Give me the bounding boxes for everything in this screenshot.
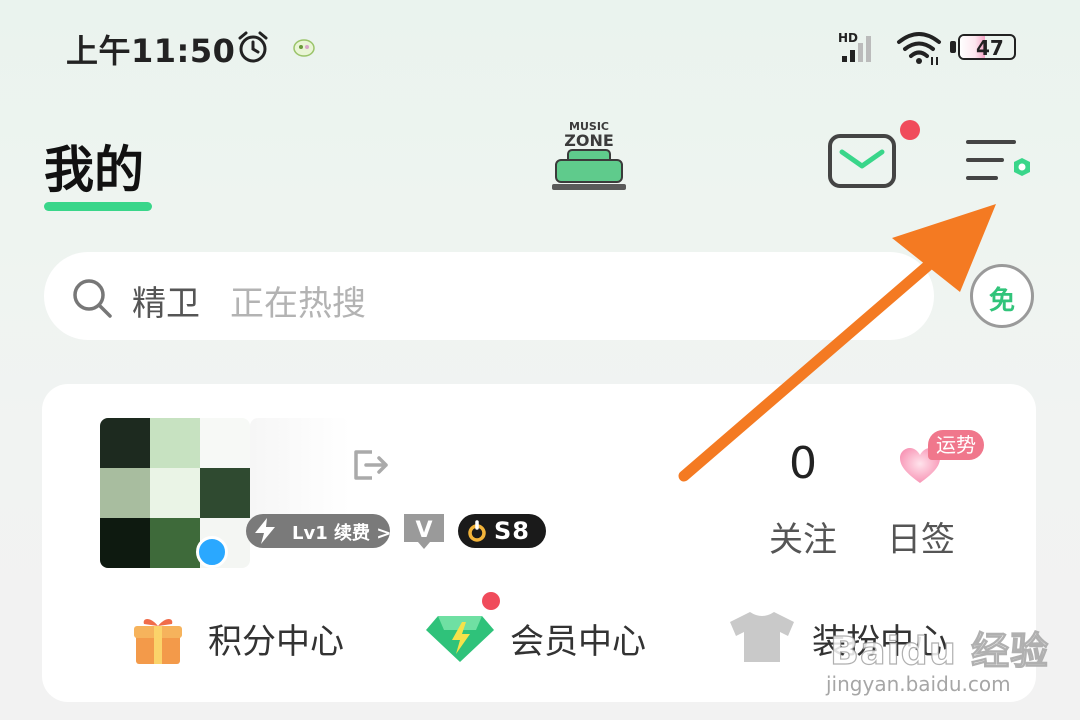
follow-label[interactable]: 关注 xyxy=(760,512,846,561)
watermark-brand: Baidu 经验 xyxy=(829,628,1050,673)
logo-text-zone: ZONE xyxy=(564,131,614,150)
annotation-arrow-icon xyxy=(678,204,996,482)
lightning-icon xyxy=(255,518,275,544)
vip-notification-dot xyxy=(482,592,500,610)
diamond-icon[interactable] xyxy=(424,612,496,664)
hd-label: HD xyxy=(838,31,858,45)
wifi-icon xyxy=(897,32,941,65)
page-title[interactable]: 我的 xyxy=(44,130,144,202)
username-blurred[interactable] xyxy=(250,418,350,528)
s8-text: S8 xyxy=(494,517,530,545)
status-time: 上午11:50 xyxy=(66,32,236,70)
gift-icon[interactable] xyxy=(132,614,184,666)
title-underline xyxy=(44,202,152,211)
cell-signal-icon: HD xyxy=(838,31,871,62)
alarm-clock-icon xyxy=(238,31,268,63)
points-center-label[interactable]: 积分中心 xyxy=(208,614,344,663)
logout-icon[interactable] xyxy=(348,444,390,486)
watermark-url: jingyan.baidu.com xyxy=(826,672,1011,696)
daily-sign-label[interactable]: 日签 xyxy=(886,512,956,561)
battery-indicator: 47 xyxy=(950,32,1020,62)
mail-notification-dot xyxy=(900,120,920,140)
search-hint: 正在热搜 xyxy=(230,284,366,324)
avatar-status-badge xyxy=(196,536,228,568)
baidu-watermark: Baidu 经验 jingyan.baidu.com xyxy=(800,614,1049,704)
vip-center-label[interactable]: 会员中心 xyxy=(510,614,646,663)
search-keyword[interactable]: 精卫 xyxy=(132,276,200,325)
level-renew-text: Lv1 续费 > xyxy=(292,523,392,544)
v-badge-text: V xyxy=(415,518,432,543)
shirt-icon[interactable] xyxy=(728,610,796,664)
music-zone-logo[interactable]: MUSIC ZONE xyxy=(548,116,630,194)
s8-badge[interactable]: S8 xyxy=(458,514,546,548)
app-notification-icon xyxy=(293,39,315,57)
music-note-icon xyxy=(468,520,486,542)
vip-v-badge[interactable]: V xyxy=(402,512,446,550)
battery-level: 47 xyxy=(976,36,1004,60)
avatar[interactable] xyxy=(100,418,250,568)
search-icon xyxy=(73,279,112,318)
level-renew-badge[interactable]: Lv1 续费 > xyxy=(246,514,392,548)
